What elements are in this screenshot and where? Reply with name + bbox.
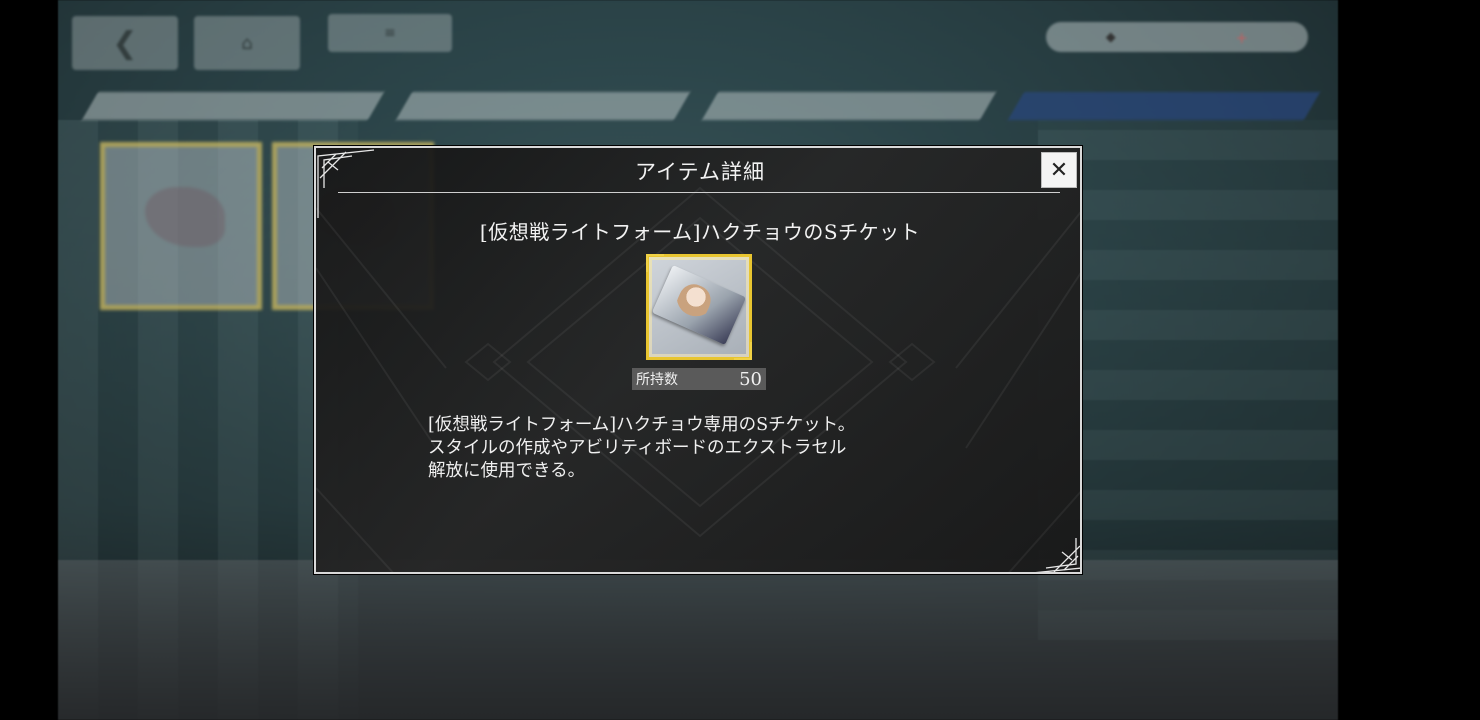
home-icon: ⌂ — [241, 32, 253, 54]
close-button[interactable]: ✕ — [1041, 152, 1077, 188]
item-description: [仮想戦ライトフォーム]ハクチョウ専用のSチケット。 スタイルの作成やアビリティ… — [428, 415, 856, 481]
frame-corner-ornament — [734, 342, 752, 360]
item-detail-dialog: アイテム詳細 ✕ [仮想戦ライトフォーム]ハクチョウのSチケット 所持数 50 … — [314, 146, 1082, 574]
close-icon: ✕ — [1049, 157, 1069, 183]
home-button[interactable]: ⌂ — [194, 16, 300, 70]
filter-tab-3[interactable] — [701, 92, 997, 120]
menu-icon: ≡ — [384, 25, 396, 41]
filter-tab-2[interactable] — [395, 92, 691, 120]
background-floor — [58, 560, 1338, 720]
back-button[interactable]: ❮ — [72, 16, 178, 70]
filter-tab-1[interactable] — [81, 92, 385, 120]
item-name: [仮想戦ライトフォーム]ハクチョウのSチケット — [479, 220, 921, 244]
frame-corner-ornament — [646, 254, 664, 272]
top-menu-button[interactable]: ≡ — [328, 14, 452, 52]
character-portrait — [672, 279, 716, 324]
currency-icon: ◆ — [1105, 29, 1116, 45]
dialog-title: アイテム詳細 — [635, 160, 765, 184]
filter-tab-4[interactable] — [1007, 92, 1321, 120]
owned-count-bar: 所持数 50 — [632, 368, 766, 390]
back-arrow-icon: ❮ — [112, 25, 138, 61]
dialog-decoration — [316, 149, 1080, 572]
currency-plus-icon: ＋ — [1235, 31, 1249, 47]
owned-count: 50 — [739, 368, 762, 390]
title-divider — [338, 192, 1060, 193]
currency-bar: ◆ ＋ — [1046, 22, 1308, 52]
owned-label: 所持数 — [636, 372, 678, 388]
ticket-item-icon — [646, 254, 752, 360]
item-card[interactable] — [100, 142, 262, 310]
item-card-art — [145, 187, 225, 247]
